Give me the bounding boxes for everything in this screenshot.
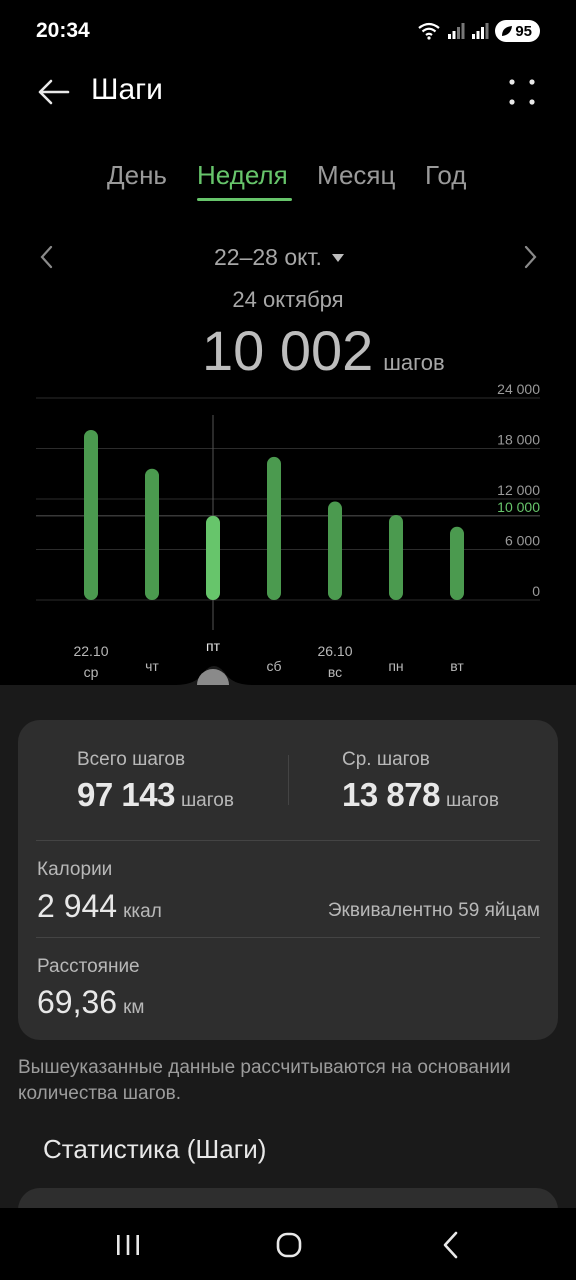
calories: 2 944 ккал: [37, 888, 162, 925]
home-icon[interactable]: [274, 1230, 304, 1260]
battery-icon: 95: [495, 20, 540, 42]
app-bar: Шаги: [0, 60, 576, 124]
chart-bar: [145, 468, 159, 600]
wifi-icon: [418, 22, 440, 40]
reference-line-label: 10 000: [497, 499, 540, 515]
range-selector: 22–28 окт.: [0, 236, 576, 280]
period-tabs: День Неделя Месяц Год: [0, 156, 576, 206]
total-steps-value: 97 143: [77, 776, 175, 813]
caret-down-icon: [331, 253, 344, 262]
scrub-handle[interactable]: [197, 669, 229, 685]
total-steps-unit: шагов: [180, 790, 234, 811]
battery-level: 95: [515, 22, 532, 40]
distance-label: Расстояние: [37, 956, 140, 977]
selected-date: 24 октября: [232, 287, 344, 312]
y-tick-label: 18 000: [497, 432, 540, 448]
avg-steps: 13 878 шагов: [342, 776, 499, 814]
tab-indicator: [197, 198, 292, 201]
calories-label: Калории: [37, 859, 113, 880]
chevron-right-icon[interactable]: [519, 244, 541, 270]
steps-chart[interactable]: 24 000 18 000 12 000 6 000 0 10 000 22.10 ср чт п…: [0, 380, 576, 685]
y-tick-label: 24 000: [497, 381, 540, 397]
navigation-bar: [0, 1208, 576, 1280]
back-arrow-icon[interactable]: [36, 74, 72, 110]
chart-bar: [328, 501, 342, 600]
recents-icon[interactable]: [113, 1230, 143, 1260]
calories-unit: ккал: [123, 901, 162, 922]
signal-icon: [448, 23, 465, 39]
chart-bar: [84, 429, 98, 600]
status-time: 20:34: [36, 19, 90, 42]
x-tick-label: вс: [328, 664, 342, 680]
calories-equivalent: Эквивалентно 59 яйцам: [327, 900, 540, 921]
nav-back-icon[interactable]: [436, 1230, 466, 1260]
x-tick-label: ср: [84, 664, 99, 680]
chart-bar: [206, 515, 220, 600]
x-tick-label: пн: [388, 658, 403, 674]
divider: [36, 937, 540, 938]
tab-year[interactable]: Год: [425, 160, 466, 191]
chart-bar: [450, 526, 464, 600]
selected-unit: шагов: [383, 350, 445, 375]
status-icons: 95: [417, 20, 540, 42]
range-dropdown[interactable]: 22–28 окт.: [214, 244, 344, 271]
page-title: Шаги: [91, 73, 163, 106]
chevron-left-icon[interactable]: [36, 244, 58, 270]
tab-month[interactable]: Месяц: [317, 160, 395, 191]
distance-value: 69,36: [37, 984, 118, 1020]
chart-bar: [389, 514, 403, 600]
signal-icon: [472, 23, 489, 39]
avg-steps-unit: шагов: [445, 790, 499, 811]
range-label: 22–28 окт.: [214, 244, 322, 270]
more-dots-icon[interactable]: [504, 74, 540, 110]
distance: 69,36 км: [37, 984, 144, 1021]
x-date-label: 26.10: [317, 643, 352, 659]
avg-steps-value: 13 878: [342, 776, 440, 813]
tab-day[interactable]: День: [107, 160, 167, 191]
x-tick-label: пт: [206, 638, 221, 654]
y-tick-label: 6 000: [505, 533, 540, 549]
avg-steps-label: Ср. шагов: [342, 749, 430, 770]
selected-steps: 10 002: [202, 319, 374, 382]
status-bar: 20:34 95: [0, 0, 576, 60]
total-steps-label: Всего шагов: [77, 749, 186, 770]
x-tick-label: чт: [145, 658, 159, 674]
y-tick-label: 0: [532, 583, 540, 599]
y-tick-label: 12 000: [497, 482, 540, 498]
section-title: Статистика (Шаги): [43, 1134, 267, 1164]
x-tick-label: вт: [450, 658, 464, 674]
divider: [288, 755, 289, 805]
calculation-note: Вышеуказанные данные рассчитываются на о…: [18, 1057, 511, 1104]
distance-unit: км: [123, 997, 145, 1018]
tab-week[interactable]: Неделя: [197, 160, 288, 191]
stats-card: Всего шагов 97 143 шагов Ср. шагов 13 87…: [18, 720, 558, 1040]
chart-bar: [267, 456, 281, 600]
selected-value: 10 002 шагов: [202, 318, 445, 383]
total-steps: 97 143 шагов: [77, 776, 234, 814]
x-date-label: 22.10: [73, 643, 108, 659]
x-tick-label: сб: [266, 658, 281, 674]
leaf-icon: [502, 26, 513, 36]
calories-value: 2 944: [37, 888, 118, 924]
divider: [36, 840, 540, 841]
